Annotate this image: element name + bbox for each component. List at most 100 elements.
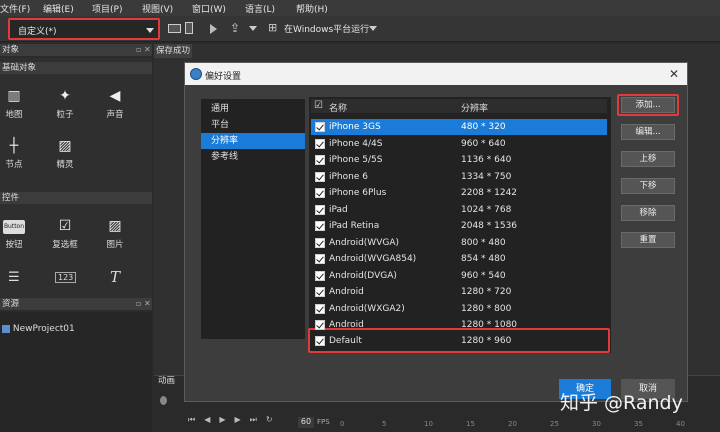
project-tree-item[interactable]: NewProject01 — [2, 324, 75, 334]
row-checkbox[interactable] — [315, 303, 325, 314]
row-name: iPhone 3GS — [329, 122, 381, 132]
object-sound[interactable]: ◀ 声音 — [95, 88, 135, 120]
row-checkbox[interactable] — [315, 122, 325, 132]
row-resolution: 1280 * 800 — [461, 303, 512, 314]
control-image[interactable]: ▨ 图片 — [95, 218, 135, 250]
table-row[interactable]: iPhone 6Plus 2208 * 1242 — [311, 185, 607, 201]
row-checkbox[interactable] — [315, 155, 325, 165]
landscape-icon[interactable] — [168, 24, 181, 33]
row-checkbox[interactable] — [315, 138, 325, 149]
row-name: Android — [329, 287, 364, 297]
object-map[interactable]: ▥ 地图 — [0, 88, 34, 120]
table-row[interactable]: iPhone 5/5S 1136 * 640 — [311, 152, 607, 168]
fps-input[interactable]: 60 — [298, 417, 314, 428]
menu-bar: 文件(F) 编辑(E) 项目(P) 视图(V) 窗口(W) 语言(L) 帮助(H… — [0, 0, 720, 16]
timeline-tick: 35 — [634, 420, 643, 428]
close-icon[interactable]: ✕ — [669, 67, 679, 81]
row-checkbox[interactable] — [315, 221, 325, 231]
panel-close-icon[interactable]: ▫ ✕ — [136, 45, 151, 54]
nav-item-guides[interactable]: 参考线 — [201, 149, 305, 165]
edit-button[interactable]: 编辑... — [621, 124, 675, 140]
table-row[interactable]: Android(WVGA) 800 * 480 — [311, 235, 607, 251]
object-sprite[interactable]: ▨ 精灵 — [45, 138, 85, 170]
table-row[interactable]: iPad 1024 * 768 — [311, 202, 607, 218]
row-checkbox[interactable] — [315, 254, 325, 264]
row-name: Default — [329, 336, 362, 346]
table-row[interactable]: iPad Retina 2048 * 1536 — [311, 218, 607, 234]
text-area-icon[interactable]: ☰ — [8, 270, 20, 285]
menu-window[interactable]: 窗口(W) — [192, 2, 226, 15]
table-row[interactable]: Android(WVGA854) 854 * 480 — [311, 251, 607, 267]
object-particle[interactable]: ✦ 粒子 — [45, 88, 85, 120]
preferences-dialog: 偏好设置 ✕ 通用 平台 分辨率 参考线 ☑ 名称 分辨率 添加... 编辑..… — [184, 62, 688, 402]
table-row[interactable]: Default 1280 * 960 — [311, 333, 607, 349]
image-icon: ▨ — [108, 218, 122, 234]
nav-item-resolution[interactable]: 分辨率 — [201, 133, 305, 149]
move-down-button[interactable]: 下移 — [621, 178, 675, 194]
checkbox-icon: ☑ — [58, 218, 72, 234]
play-icon[interactable] — [210, 24, 217, 34]
row-resolution: 2208 * 1242 — [461, 188, 518, 198]
table-row[interactable]: iPhone 6 1334 * 750 — [311, 169, 607, 185]
row-resolution: 800 * 480 — [461, 237, 506, 248]
row-checkbox[interactable] — [315, 320, 325, 330]
control-checkbox[interactable]: ☑ 复选框 — [45, 218, 85, 250]
table-row[interactable]: Android 1280 * 720 — [311, 284, 607, 300]
row-name: iPhone 5/5S — [329, 155, 383, 165]
row-checkbox[interactable] — [315, 287, 325, 297]
app-logo-icon — [190, 68, 202, 80]
control-button[interactable]: Button 按钮 — [0, 220, 34, 250]
nav-item-platform[interactable]: 平台 — [201, 117, 305, 133]
table-row[interactable]: Android(DVGA) 960 * 540 — [311, 268, 607, 284]
row-checkbox[interactable] — [315, 270, 325, 281]
row-checkbox[interactable] — [315, 204, 325, 215]
run-platform-button[interactable]: 在Windows平台运行 — [284, 22, 369, 35]
menu-edit[interactable]: 编辑(E) — [43, 2, 74, 15]
nav-item-general[interactable]: 通用 — [201, 101, 305, 117]
menu-help[interactable]: 帮助(H) — [296, 2, 328, 15]
object-node[interactable]: ┼ 节点 — [0, 138, 34, 170]
row-name: Android(DVGA) — [329, 270, 397, 281]
record-icon[interactable] — [160, 396, 167, 405]
editor-tab[interactable]: 保存成功 — [154, 44, 192, 58]
row-resolution: 960 * 640 — [461, 138, 506, 149]
row-checkbox[interactable] — [315, 336, 325, 346]
portrait-icon[interactable] — [185, 22, 193, 34]
node-crosshair-icon: ┼ — [9, 138, 19, 154]
table-row[interactable]: iPhone 3GS 480 * 320 — [311, 119, 607, 135]
menu-view[interactable]: 视图(V) — [142, 2, 173, 15]
select-all-checkbox[interactable]: ☑ — [314, 100, 323, 111]
speaker-icon: ◀ — [109, 88, 121, 104]
text-icon[interactable]: T — [110, 268, 120, 286]
table-header: ☑ 名称 分辨率 — [311, 99, 607, 114]
publish-icon[interactable]: ⇪ — [230, 21, 240, 35]
row-checkbox[interactable] — [315, 188, 325, 198]
remove-button[interactable]: 移除 — [621, 205, 675, 221]
panel-close-icon[interactable]: ▫ ✕ — [136, 299, 151, 308]
reset-button[interactable]: 重置 — [621, 232, 675, 248]
windows-icon: ⊞ — [268, 21, 278, 34]
menu-project[interactable]: 项目(P) — [92, 2, 122, 15]
row-name: iPad Retina — [329, 221, 380, 231]
playback-controls[interactable]: ⏮◀▶▶⏭↻ — [188, 415, 282, 425]
timeline-ruler[interactable]: 0 5 10 15 20 25 30 35 40 — [340, 420, 710, 430]
resolution-select[interactable]: 自定义(*) — [8, 18, 160, 40]
menu-language[interactable]: 语言(L) — [245, 2, 275, 15]
table-row[interactable]: iPhone 4/4S 960 * 640 — [311, 136, 607, 152]
timeline-header: 动画 — [158, 376, 176, 386]
chevron-down-icon — [146, 28, 154, 33]
row-checkbox[interactable] — [315, 171, 325, 182]
run-platform-dropdown-icon[interactable] — [369, 26, 377, 31]
table-row[interactable]: Android(WXGA2) 1280 * 800 — [311, 301, 607, 317]
row-name: Android(WVGA854) — [329, 254, 417, 264]
table-row[interactable]: Android 1280 * 1080 — [311, 317, 607, 333]
preferences-nav: 通用 平台 分辨率 参考线 — [201, 99, 305, 339]
row-checkbox[interactable] — [315, 237, 325, 248]
number-input-icon[interactable]: 123 — [55, 272, 77, 283]
timeline-tick: 20 — [508, 420, 517, 428]
button-icon: Button — [3, 220, 25, 234]
dialog-titlebar: 偏好设置 ✕ — [185, 63, 687, 85]
move-up-button[interactable]: 上移 — [621, 151, 675, 167]
menu-file[interactable]: 文件(F) — [0, 2, 30, 15]
publish-dropdown-icon[interactable] — [249, 26, 257, 31]
